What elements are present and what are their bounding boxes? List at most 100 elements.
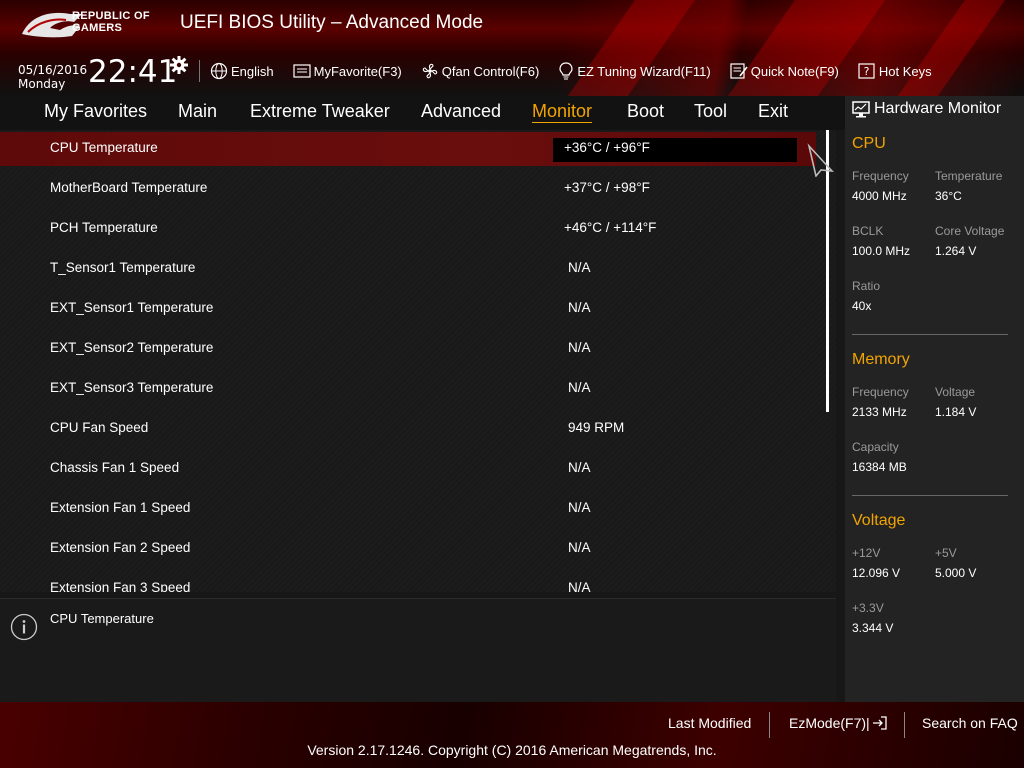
ez-tuning-button[interactable]: EZ Tuning Wizard(F11) bbox=[558, 60, 711, 82]
setting-row-cpu-temperature[interactable]: CPU Temperature +36°C / +96°F bbox=[0, 132, 816, 166]
language-button[interactable]: English bbox=[210, 60, 274, 82]
search-faq-button[interactable]: Search on FAQ bbox=[922, 715, 1018, 731]
hardware-monitor-panel: Hardware Monitor CPU Frequency 4000 MHz … bbox=[845, 96, 1024, 702]
setting-row-pch-temperature[interactable]: PCH Temperature +46°C / +114°F bbox=[0, 212, 816, 246]
setting-row-extension-fan1[interactable]: Extension Fan 1 Speed N/A bbox=[0, 492, 816, 526]
ez-tuning-label: EZ Tuning Wizard(F11) bbox=[577, 63, 711, 79]
svg-text:?: ? bbox=[863, 65, 869, 78]
info-icon bbox=[10, 613, 38, 641]
main-tabs: My Favorites Main Extreme Tweaker Advanc… bbox=[0, 96, 845, 130]
v12-value: 12.096 V bbox=[852, 566, 901, 580]
qfan-button[interactable]: Qfan Control(F6) bbox=[421, 60, 540, 82]
setting-value: N/A bbox=[568, 540, 591, 555]
gear-icon[interactable] bbox=[170, 56, 188, 74]
header-bar: REPUBLIC OF GAMERS UEFI BIOS Utility – A… bbox=[0, 0, 1024, 96]
setting-value: N/A bbox=[568, 580, 591, 592]
v33-value: 3.344 V bbox=[852, 621, 894, 635]
note-icon bbox=[730, 63, 748, 79]
setting-row-chassis-fan1[interactable]: Chassis Fan 1 Speed N/A bbox=[0, 452, 816, 486]
toolbar-divider bbox=[199, 60, 200, 82]
qfan-label: Qfan Control(F6) bbox=[441, 63, 540, 79]
app-title: UEFI BIOS Utility – Advanced Mode bbox=[180, 12, 484, 33]
tab-extreme-tweaker[interactable]: Extreme Tweaker bbox=[250, 101, 390, 122]
setting-label: Extension Fan 1 Speed bbox=[50, 500, 191, 515]
brand-line-1: REPUBLIC OF bbox=[72, 10, 150, 22]
setting-value: N/A bbox=[568, 340, 591, 355]
brand-line-2: GAMERS bbox=[72, 22, 123, 34]
memory-capacity-value: 16384 MB bbox=[852, 460, 907, 474]
setting-row-ext-sensor2[interactable]: EXT_Sensor2 Temperature N/A bbox=[0, 332, 816, 366]
setting-value: +46°C / +114°F bbox=[564, 220, 657, 235]
search-faq-label: Search on FAQ bbox=[922, 715, 1018, 731]
setting-value: N/A bbox=[568, 500, 591, 515]
setting-label: T_Sensor1 Temperature bbox=[50, 260, 196, 275]
setting-label: CPU Fan Speed bbox=[50, 420, 149, 435]
setting-row-motherboard-temperature[interactable]: MotherBoard Temperature +37°C / +98°F bbox=[0, 172, 816, 206]
setting-value: 949 RPM bbox=[568, 420, 625, 435]
setting-row-extension-fan2[interactable]: Extension Fan 2 Speed N/A bbox=[0, 532, 816, 566]
memory-capacity-label: Capacity bbox=[852, 440, 899, 454]
memory-voltage-value: 1.184 V bbox=[935, 405, 977, 419]
clock[interactable]: 22:41 bbox=[88, 54, 177, 90]
hardware-monitor-title: Hardware Monitor bbox=[874, 100, 1002, 117]
setting-row-ext-sensor1[interactable]: EXT_Sensor1 Temperature N/A bbox=[0, 292, 816, 326]
setting-label: Chassis Fan 1 Speed bbox=[50, 460, 180, 475]
help-panel: CPU Temperature bbox=[0, 598, 836, 702]
footer-bar: Last Modified EzMode(F7)| Search on FAQ … bbox=[0, 702, 1024, 768]
setting-label: EXT_Sensor1 Temperature bbox=[50, 300, 214, 315]
core-voltage-value: 1.264 V bbox=[935, 244, 977, 258]
brand-name: REPUBLIC OF GAMERS bbox=[72, 10, 150, 34]
quick-note-button[interactable]: Quick Note(F9) bbox=[730, 60, 839, 82]
setting-row-cpu-fan-speed[interactable]: CPU Fan Speed 949 RPM bbox=[0, 412, 816, 446]
setting-row-extension-fan3[interactable]: Extension Fan 3 Speed N/A bbox=[0, 572, 816, 592]
exit-arrow-icon bbox=[872, 716, 887, 730]
tab-monitor[interactable]: Monitor bbox=[532, 101, 593, 123]
setting-value: N/A bbox=[568, 300, 591, 315]
tab-my-favorites[interactable]: My Favorites bbox=[44, 101, 147, 122]
mouse-pointer-icon bbox=[807, 143, 834, 177]
tab-main[interactable]: Main bbox=[178, 101, 217, 122]
ratio-value: 40x bbox=[852, 299, 872, 313]
section-divider bbox=[852, 334, 1008, 335]
memory-section-title: Memory bbox=[852, 351, 910, 368]
setting-value: +37°C / +98°F bbox=[564, 180, 650, 195]
v5-label: +5V bbox=[935, 546, 957, 560]
cpu-temperature-value: 36°C bbox=[935, 189, 962, 203]
quick-note-label: Quick Note(F9) bbox=[750, 63, 839, 79]
section-divider bbox=[852, 495, 1008, 496]
memory-voltage-label: Voltage bbox=[935, 385, 976, 399]
monitor-settings-list: CPU Temperature +36°C / +96°F MotherBoar… bbox=[0, 130, 836, 592]
tab-tool[interactable]: Tool bbox=[694, 101, 727, 122]
tab-advanced[interactable]: Advanced bbox=[421, 101, 501, 122]
lightbulb-icon bbox=[559, 62, 573, 80]
ez-mode-button[interactable]: EzMode(F7)| bbox=[789, 715, 888, 731]
setting-label: Extension Fan 3 Speed bbox=[50, 580, 191, 592]
setting-label: Extension Fan 2 Speed bbox=[50, 540, 191, 555]
copyright-text: Version 2.17.1246. Copyright (C) 2016 Am… bbox=[307, 742, 717, 758]
hot-keys-button[interactable]: ? Hot Keys bbox=[858, 60, 932, 82]
setting-value: N/A bbox=[568, 460, 591, 475]
last-modified-label: Last Modified bbox=[668, 715, 752, 731]
myfavorite-button[interactable]: MyFavorite(F3) bbox=[293, 60, 402, 82]
setting-label: EXT_Sensor3 Temperature bbox=[50, 380, 214, 395]
toolbar: English MyFavorite(F3) Qfan Control(F6) … bbox=[210, 60, 951, 82]
setting-label: MotherBoard Temperature bbox=[50, 180, 208, 195]
setting-value: N/A bbox=[568, 380, 591, 395]
setting-row-ext-sensor3[interactable]: EXT_Sensor3 Temperature N/A bbox=[0, 372, 816, 406]
setting-label: EXT_Sensor2 Temperature bbox=[50, 340, 214, 355]
myfavorite-label: MyFavorite(F3) bbox=[313, 63, 402, 79]
setting-label: PCH Temperature bbox=[50, 220, 158, 235]
cpu-frequency-label: Frequency bbox=[852, 169, 909, 183]
monitor-screen-icon bbox=[852, 100, 870, 117]
tab-exit[interactable]: Exit bbox=[758, 101, 788, 122]
help-text: CPU Temperature bbox=[50, 611, 154, 626]
language-label: English bbox=[231, 63, 274, 79]
core-voltage-label: Core Voltage bbox=[935, 224, 1005, 238]
setting-value: N/A bbox=[568, 260, 591, 275]
last-modified-button[interactable]: Last Modified bbox=[668, 715, 751, 731]
tab-boot[interactable]: Boot bbox=[627, 101, 664, 122]
setting-row-t-sensor1[interactable]: T_Sensor1 Temperature N/A bbox=[0, 252, 816, 286]
v12-label: +12V bbox=[852, 546, 881, 560]
setting-label: CPU Temperature bbox=[50, 140, 158, 155]
globe-icon bbox=[210, 62, 228, 80]
